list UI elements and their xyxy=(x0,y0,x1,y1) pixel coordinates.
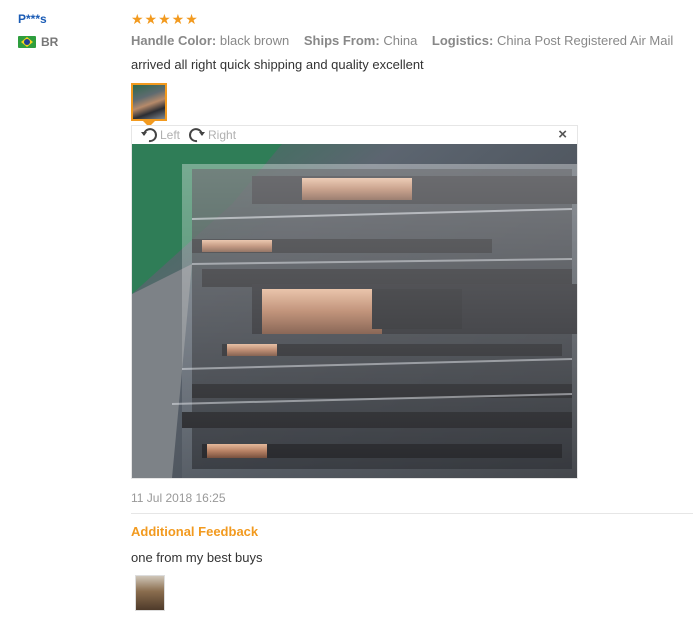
thumbnail-image xyxy=(136,576,164,610)
makeup-brushes-photo xyxy=(132,144,577,478)
country-code: BR xyxy=(41,35,59,49)
attr-logistics: Logistics: China Post Registered Air Mai… xyxy=(432,33,673,48)
thumbnail-image xyxy=(133,85,165,119)
star-rating: ★★★★★ xyxy=(131,11,199,27)
photo-viewer: Left Right × xyxy=(131,125,578,479)
reviewer-country: BR xyxy=(18,35,118,49)
reviewer-info: P***s BR xyxy=(18,10,118,49)
attr-handle-color: Handle Color: black brown xyxy=(131,33,293,48)
attr-value: black brown xyxy=(219,33,290,48)
rotate-right-icon xyxy=(189,128,206,143)
rotate-right-label: Right xyxy=(208,128,237,142)
rotate-right-button[interactable]: Right xyxy=(188,127,236,143)
divider xyxy=(131,513,693,514)
viewer-toolbar: Left Right × xyxy=(132,126,577,144)
attr-value: China xyxy=(383,33,418,48)
brazil-flag-icon xyxy=(18,36,36,48)
review-text: arrived all right quick shipping and qua… xyxy=(131,57,424,72)
close-viewer-button[interactable]: × xyxy=(558,127,567,143)
review-date: 11 Jul 2018 16:25 xyxy=(131,491,226,505)
attr-label: Handle Color: xyxy=(131,33,217,48)
rotate-left-label: Left xyxy=(160,128,181,142)
review-photo xyxy=(132,144,577,478)
attr-value: China Post Registered Air Mail xyxy=(496,33,674,48)
review-body: ★★★★★ Handle Color: black brown Ships Fr… xyxy=(131,10,693,127)
additional-photo-thumbnail[interactable] xyxy=(135,575,165,611)
rotate-left-icon xyxy=(141,128,157,143)
attr-label: Logistics: xyxy=(431,33,494,48)
attr-label: Ships From: xyxy=(303,33,380,48)
attr-ships-from: Ships From: China xyxy=(304,33,421,48)
rotate-left-button[interactable]: Left xyxy=(140,127,180,143)
additional-feedback-text: one from my best buys xyxy=(131,550,263,565)
review-photo-thumbnail[interactable] xyxy=(131,83,167,121)
order-attributes: Handle Color: black brown Ships From: Ch… xyxy=(131,32,693,50)
additional-feedback-title: Additional Feedback xyxy=(131,524,259,539)
reviewer-name: P***s xyxy=(18,12,47,26)
